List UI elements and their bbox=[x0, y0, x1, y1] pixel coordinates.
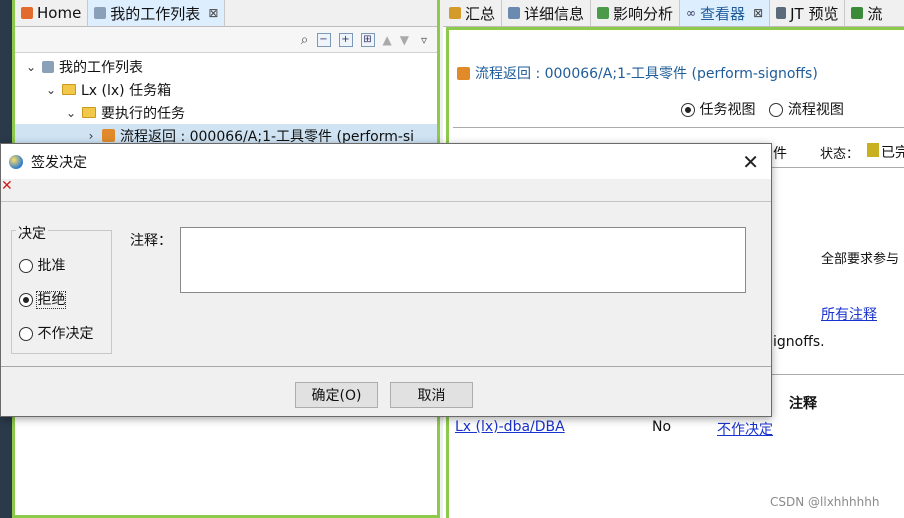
signoffs-text: ignoffs. bbox=[773, 334, 825, 350]
right-tab-bar: 汇总 详细信息 影响分析 ∞ 查看器 ⊠ JT 预览 流 bbox=[443, 0, 904, 27]
tree-item-tasks-to-perform[interactable]: ⌄ 要执行的任务 bbox=[15, 101, 437, 124]
divider bbox=[769, 167, 904, 168]
close-icon[interactable]: ✕ bbox=[742, 150, 759, 174]
status-value: 已完 bbox=[881, 145, 904, 161]
tab-worklist[interactable]: 我的工作列表 ⊠ bbox=[88, 0, 226, 26]
signoff-value: No bbox=[652, 419, 672, 435]
worklist-tree: ⌄ 我的工作列表 ⌄ Lx (lx) 任务箱 ⌄ 要执行的任务 › 流程返回 :… bbox=[15, 53, 437, 147]
process-title-text: 流程返回 : 000066/A;1-工具零件 (perform-signoffs… bbox=[475, 66, 818, 82]
view-mode-radios: 任务视图 流程视图 bbox=[681, 99, 844, 119]
tab-impact-analysis[interactable]: 影响分析 bbox=[591, 0, 681, 26]
dialog-title: 签发决定 bbox=[31, 154, 87, 171]
tab-viewer[interactable]: ∞ 查看器 ⊠ bbox=[680, 0, 771, 26]
signoff-decision-dialog: 签发决定 ✕ ✕ 决定 批准 拒绝 不作决定 注释： 确定(O) 取消 bbox=[0, 143, 772, 417]
all-comments-link[interactable]: 所有注释 bbox=[821, 304, 877, 324]
folder-icon bbox=[62, 84, 76, 95]
dialog-button-bar bbox=[1, 367, 771, 416]
tree-item-label: 要执行的任务 bbox=[101, 105, 185, 122]
error-icon: ✕ bbox=[1, 178, 13, 194]
divider bbox=[1, 201, 771, 202]
chevron-down-icon[interactable]: ⌄ bbox=[25, 60, 37, 74]
app-icon bbox=[9, 154, 23, 169]
worklist-icon bbox=[94, 7, 107, 19]
radio-icon bbox=[681, 103, 695, 117]
chevron-right-icon[interactable]: › bbox=[85, 129, 97, 143]
radio-process-view[interactable]: 流程视图 bbox=[769, 99, 844, 119]
arrow-up-icon[interactable]: ▲ bbox=[383, 33, 392, 47]
status-label: 状态： bbox=[820, 147, 860, 162]
worklist-toolbar: ⌕ − + ⊞ ▲ ▼ ▿ bbox=[15, 27, 437, 53]
radio-reject[interactable]: 拒绝 bbox=[19, 289, 67, 309]
task-icon bbox=[457, 66, 470, 80]
radio-no-decision[interactable]: 不作决定 bbox=[19, 323, 93, 343]
process-icon bbox=[851, 7, 864, 19]
view-menu-icon[interactable]: ▿ bbox=[421, 33, 427, 47]
expand-icon[interactable]: + bbox=[338, 32, 353, 47]
search-icon[interactable]: ⌕ bbox=[301, 32, 309, 48]
divider bbox=[769, 374, 904, 375]
jt-icon bbox=[776, 7, 787, 19]
tab-home-label: Home bbox=[37, 4, 82, 22]
impact-icon bbox=[597, 7, 610, 19]
divider bbox=[453, 127, 904, 128]
comment-column-header: 注释 bbox=[789, 396, 817, 412]
expand-all-icon[interactable]: ⊞ bbox=[360, 32, 375, 47]
cancel-button[interactable]: 取消 bbox=[390, 382, 473, 408]
radio-icon bbox=[19, 293, 33, 307]
tree-item-label: Lx (lx) 任务箱 bbox=[81, 82, 172, 99]
tree-item-worklist[interactable]: ⌄ 我的工作列表 bbox=[15, 55, 437, 78]
radio-icon bbox=[19, 327, 33, 341]
chevron-down-icon[interactable]: ⌄ bbox=[45, 83, 57, 97]
signoff-user-link[interactable]: Lx (lx)-dba/DBA bbox=[455, 419, 565, 435]
radio-icon bbox=[19, 259, 33, 273]
ok-button[interactable]: 确定(O) bbox=[295, 382, 378, 408]
watermark: CSDN @llxhhhhhh bbox=[770, 495, 880, 509]
tab-details[interactable]: 详细信息 bbox=[502, 0, 592, 26]
tab-jt-preview[interactable]: JT 预览 bbox=[770, 0, 846, 26]
tab-label: 详细信息 bbox=[524, 4, 585, 23]
tab-label: 查看器 bbox=[700, 4, 746, 23]
column-hint: 件 bbox=[773, 146, 787, 162]
decision-group-label: 决定 bbox=[16, 223, 48, 243]
details-icon bbox=[508, 7, 521, 19]
chevron-down-icon[interactable]: ⌄ bbox=[65, 106, 77, 120]
dialog-titlebar[interactable]: 签发决定 bbox=[1, 144, 771, 179]
left-tab-bar: Home 我的工作列表 ⊠ bbox=[15, 0, 437, 27]
radio-task-view[interactable]: 任务视图 bbox=[681, 99, 755, 119]
glasses-icon: ∞ bbox=[686, 6, 697, 20]
comment-input[interactable] bbox=[180, 227, 746, 293]
comment-label: 注释： bbox=[130, 233, 172, 249]
tab-summary[interactable]: 汇总 bbox=[443, 0, 503, 26]
task-icon bbox=[102, 129, 115, 142]
status-icon bbox=[867, 143, 879, 157]
all-required-text: 全部要求参与 bbox=[821, 252, 900, 267]
signoff-decision-link[interactable]: 不作决定 bbox=[717, 419, 773, 439]
tab-label: 影响分析 bbox=[613, 4, 674, 23]
tab-label: 汇总 bbox=[465, 4, 496, 23]
folder-icon bbox=[82, 107, 96, 118]
process-title: 流程返回 : 000066/A;1-工具零件 (perform-signoffs… bbox=[457, 63, 818, 83]
collapse-all-icon[interactable]: − bbox=[316, 32, 331, 47]
summary-icon bbox=[449, 7, 461, 19]
tab-worklist-label: 我的工作列表 bbox=[110, 4, 201, 23]
close-icon[interactable]: ⊠ bbox=[208, 6, 218, 20]
tab-label: 流 bbox=[867, 4, 883, 23]
close-icon[interactable]: ⊠ bbox=[753, 6, 763, 20]
tree-item-label: 我的工作列表 bbox=[59, 59, 143, 76]
worklist-icon bbox=[42, 60, 54, 73]
tab-label: JT 预览 bbox=[790, 4, 839, 23]
radio-approve[interactable]: 批准 bbox=[19, 255, 65, 275]
radio-icon bbox=[769, 103, 784, 117]
tab-home[interactable]: Home bbox=[15, 0, 89, 26]
arrow-down-icon[interactable]: ▼ bbox=[400, 33, 409, 47]
home-icon bbox=[21, 7, 33, 19]
tree-item-inbox[interactable]: ⌄ Lx (lx) 任务箱 bbox=[15, 78, 437, 101]
tab-process[interactable]: 流 bbox=[845, 0, 888, 26]
